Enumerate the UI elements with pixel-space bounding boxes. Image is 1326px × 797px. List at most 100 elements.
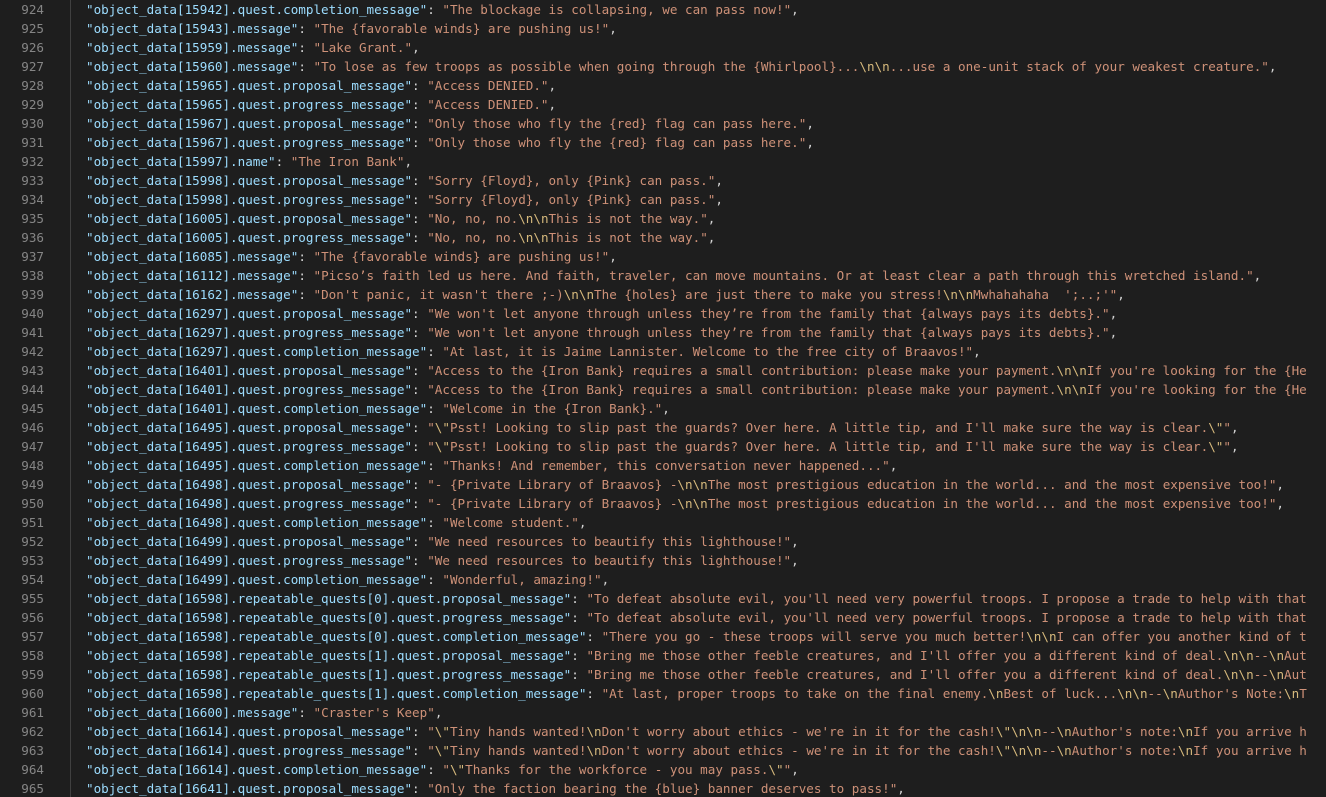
code-line[interactable]: 927 "object_data[15960].message": "To los…: [0, 57, 1326, 76]
colon: :: [427, 458, 443, 473]
code-text: "object_data[16495].quest.completion_mes…: [86, 456, 897, 475]
code-line[interactable]: 934 "object_data[15998].quest.progress_me…: [0, 190, 1326, 209]
json-key: "object_data[16085].message": [86, 249, 299, 264]
code-editor[interactable]: 924 "object_data[15942].quest.completion_…: [0, 0, 1326, 797]
code-line[interactable]: 946 "object_data[16495].quest.proposal_me…: [0, 418, 1326, 437]
code-line[interactable]: 938 "object_data[16112].message": "Picso’…: [0, 266, 1326, 285]
code-text: "object_data[15943].message": "The {favo…: [86, 19, 617, 38]
code-line[interactable]: 953 "object_data[16499].quest.progress_me…: [0, 551, 1326, 570]
json-string-value: "No, no, no.\n\nThis is not the way.": [427, 230, 708, 245]
colon: :: [298, 40, 314, 55]
code-line[interactable]: 947 "object_data[16495].quest.progress_me…: [0, 437, 1326, 456]
colon: :: [275, 154, 291, 169]
json-string-value: "Access to the {Iron Bank} requires a sm…: [427, 382, 1307, 397]
line-number: 954: [21, 572, 44, 587]
json-string-value: "To defeat absolute evil, you'll need ve…: [586, 610, 1307, 625]
code-line[interactable]: 957 "object_data[16598].repeatable_quests…: [0, 627, 1326, 646]
json-string-value: "To defeat absolute evil, you'll need ve…: [586, 591, 1307, 606]
line-number: 942: [21, 344, 44, 359]
json-key: "object_data[16297].quest.proposal_messa…: [86, 306, 413, 321]
line-number: 950: [21, 496, 44, 511]
code-text: "object_data[16598].repeatable_quests[1]…: [86, 646, 1307, 665]
code-text: "object_data[16401].quest.progress_messa…: [86, 380, 1307, 399]
json-string-value: "Access to the {Iron Bank} requires a sm…: [427, 363, 1307, 378]
colon: :: [412, 382, 428, 397]
code-line[interactable]: 935 "object_data[16005].quest.proposal_me…: [0, 209, 1326, 228]
json-key: "object_data[16598].repeatable_quests[0]…: [86, 591, 572, 606]
colon: :: [412, 743, 428, 758]
code-line[interactable]: 943 "object_data[16401].quest.proposal_me…: [0, 361, 1326, 380]
line-number: 947: [21, 439, 44, 454]
code-line[interactable]: 944 "object_data[16401].quest.progress_me…: [0, 380, 1326, 399]
json-key: "object_data[16498].quest.progress_messa…: [86, 496, 413, 511]
code-line[interactable]: 955 "object_data[16598].repeatable_quests…: [0, 589, 1326, 608]
line-number: 939: [21, 287, 44, 302]
line-number: 957: [21, 629, 44, 644]
code-line[interactable]: 961 "object_data[16600].message": "Craste…: [0, 703, 1326, 722]
colon: :: [298, 268, 314, 283]
code-line[interactable]: 931 "object_data[15967].quest.progress_me…: [0, 133, 1326, 152]
json-key: "object_data[15960].message": [86, 59, 299, 74]
json-key: "object_data[16162].message": [86, 287, 299, 302]
json-key: "object_data[16112].message": [86, 268, 299, 283]
code-text: "object_data[16498].quest.completion_mes…: [86, 513, 586, 532]
code-line[interactable]: 956 "object_data[16598].repeatable_quests…: [0, 608, 1326, 627]
comma: ,: [715, 192, 723, 207]
colon: :: [427, 401, 443, 416]
line-number: 951: [21, 515, 44, 530]
code-line[interactable]: 963 "object_data[16614].quest.progress_me…: [0, 741, 1326, 760]
code-line[interactable]: 960 "object_data[16598].repeatable_quests…: [0, 684, 1326, 703]
code-line[interactable]: 951 "object_data[16498].quest.completion_…: [0, 513, 1326, 532]
code-text: "object_data[15942].quest.completion_mes…: [86, 0, 799, 19]
code-line[interactable]: 936 "object_data[16005].quest.progress_me…: [0, 228, 1326, 247]
code-line[interactable]: 964 "object_data[16614].quest.completion_…: [0, 760, 1326, 779]
code-line[interactable]: 940 "object_data[16297].quest.proposal_me…: [0, 304, 1326, 323]
colon: :: [412, 230, 428, 245]
code-line[interactable]: 952 "object_data[16499].quest.proposal_me…: [0, 532, 1326, 551]
code-line[interactable]: 926 "object_data[15959].message": "Lake G…: [0, 38, 1326, 57]
line-number: 946: [21, 420, 44, 435]
line-number: 945: [21, 401, 44, 416]
code-line[interactable]: 932 "object_data[15997].name": "The Iron …: [0, 152, 1326, 171]
code-line[interactable]: 924 "object_data[15942].quest.completion_…: [0, 0, 1326, 19]
json-key: "object_data[16614].quest.completion_mes…: [86, 762, 428, 777]
code-text: "object_data[15997].name": "The Iron Ban…: [86, 152, 412, 171]
code-line[interactable]: 930 "object_data[15967].quest.proposal_me…: [0, 114, 1326, 133]
code-text: "object_data[16112].message": "Picso’s f…: [86, 266, 1261, 285]
code-line[interactable]: 958 "object_data[16598].repeatable_quests…: [0, 646, 1326, 665]
code-text: "object_data[16600].message": "Craster's…: [86, 703, 442, 722]
code-line[interactable]: 948 "object_data[16495].quest.completion_…: [0, 456, 1326, 475]
code-line[interactable]: 937 "object_data[16085].message": "The {f…: [0, 247, 1326, 266]
line-number: 956: [21, 610, 44, 625]
code-line[interactable]: 933 "object_data[15998].quest.proposal_me…: [0, 171, 1326, 190]
code-line[interactable]: 954 "object_data[16499].quest.completion_…: [0, 570, 1326, 589]
code-line[interactable]: 941 "object_data[16297].quest.progress_me…: [0, 323, 1326, 342]
code-text: "object_data[16162].message": "Don't pan…: [86, 285, 1125, 304]
json-key: "object_data[16598].repeatable_quests[1]…: [86, 648, 572, 663]
json-key: "object_data[15998].quest.progress_messa…: [86, 192, 413, 207]
code-line[interactable]: 949 "object_data[16498].quest.proposal_me…: [0, 475, 1326, 494]
code-line[interactable]: 928 "object_data[15965].quest.proposal_me…: [0, 76, 1326, 95]
code-line[interactable]: 942 "object_data[16297].quest.completion_…: [0, 342, 1326, 361]
line-number: 959: [21, 667, 44, 682]
code-line[interactable]: 945 "object_data[16401].quest.completion_…: [0, 399, 1326, 418]
colon: :: [412, 211, 428, 226]
line-number: 953: [21, 553, 44, 568]
json-key: "object_data[15967].quest.progress_messa…: [86, 135, 413, 150]
code-line[interactable]: 925 "object_data[15943].message": "The {f…: [0, 19, 1326, 38]
code-line[interactable]: 939 "object_data[16162].message": "Don't …: [0, 285, 1326, 304]
code-line[interactable]: 959 "object_data[16598].repeatable_quests…: [0, 665, 1326, 684]
comma: ,: [1109, 325, 1118, 340]
code-line[interactable]: 929 "object_data[15965].quest.progress_me…: [0, 95, 1326, 114]
json-string-value: "We won't let anyone through unless they…: [427, 306, 1110, 321]
json-string-value: "Craster's Keep": [313, 705, 435, 720]
json-key: "object_data[16598].repeatable_quests[1]…: [86, 667, 572, 682]
json-key: "object_data[15965].quest.proposal_messa…: [86, 78, 413, 93]
line-number: 964: [21, 762, 44, 777]
json-string-value: "\"Psst! Looking to slip past the guards…: [427, 420, 1231, 435]
code-line[interactable]: 962 "object_data[16614].quest.proposal_me…: [0, 722, 1326, 741]
json-string-value: "At last, proper troops to take on the f…: [601, 686, 1307, 701]
code-line[interactable]: 965 "object_data[16641].quest.proposal_me…: [0, 779, 1326, 797]
code-line[interactable]: 950 "object_data[16498].quest.progress_me…: [0, 494, 1326, 513]
colon: :: [412, 325, 428, 340]
